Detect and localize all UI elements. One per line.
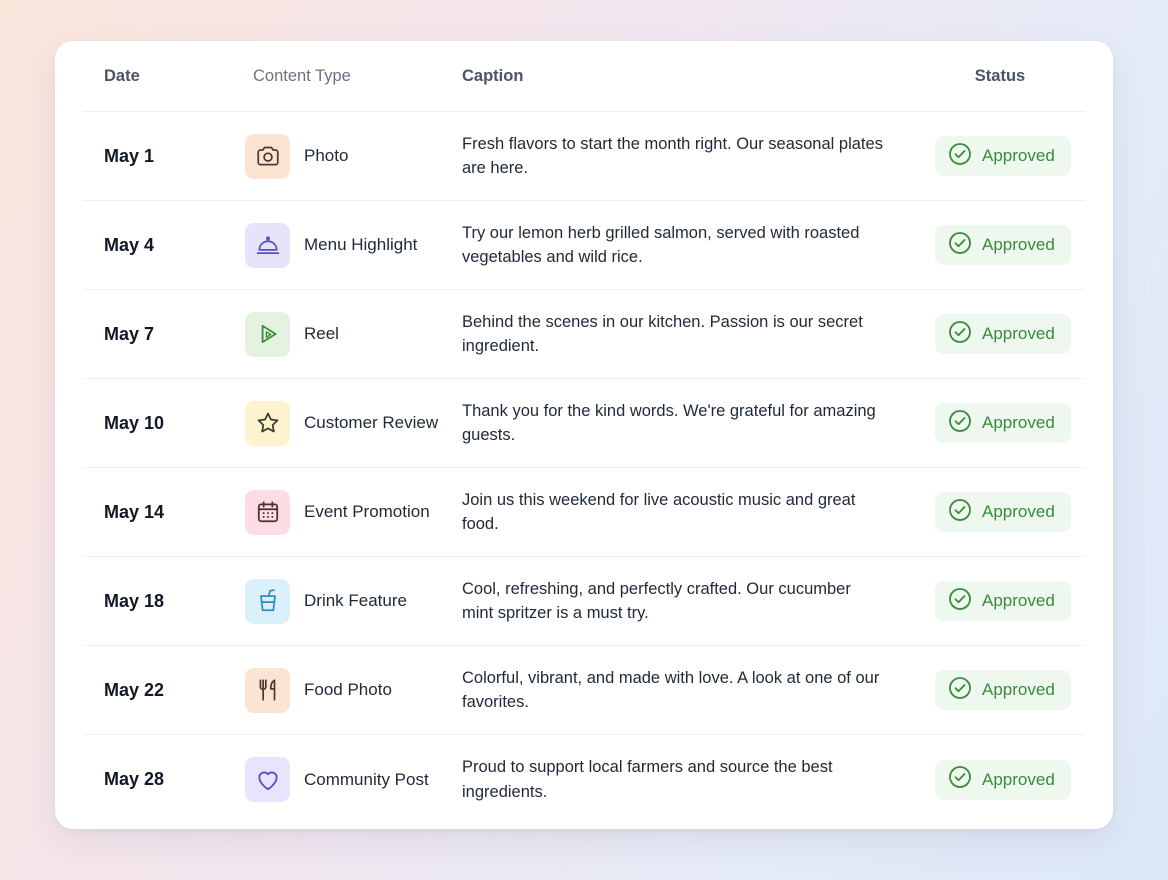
check-circle-icon — [948, 409, 982, 438]
status-cell: Approved — [915, 492, 1085, 532]
row-caption: Try our lemon herb grilled salmon, serve… — [462, 223, 860, 267]
status-label: Approved — [982, 769, 1055, 789]
content-type-label: Reel — [304, 324, 339, 343]
content-type-cell: Reel — [232, 311, 462, 357]
status-label: Approved — [982, 235, 1055, 254]
status-badge[interactable]: Approved — [935, 314, 1071, 354]
content-type-cell: Drink Feature — [232, 578, 462, 624]
row-caption: Cool, refreshing, and perfectly crafted.… — [462, 579, 851, 623]
check-circle-icon — [948, 320, 982, 349]
content-type-cell: Customer Review — [232, 400, 462, 446]
status-badge[interactable]: Approved — [935, 670, 1071, 710]
camera-icon — [245, 133, 290, 179]
calendar-icon — [245, 489, 290, 535]
row-caption: Thank you for the kind words. We're grat… — [462, 401, 876, 445]
check-circle-icon — [948, 498, 982, 527]
heart-icon — [245, 757, 290, 802]
status-cell: Approved — [915, 759, 1085, 800]
content-calendar-card: Date Content Type Caption Status May 1 P… — [55, 41, 1113, 829]
table-row[interactable]: May 18 Drink Feature Cool, refreshing, a… — [83, 557, 1085, 646]
content-type-cell: Community Post — [232, 757, 462, 802]
table-header: Date Content Type Caption Status — [83, 41, 1085, 112]
header-status[interactable]: Status — [915, 67, 1085, 86]
header-date[interactable]: Date — [83, 67, 232, 86]
status-label: Approved — [982, 591, 1055, 610]
content-type-cell: Event Promotion — [232, 489, 462, 535]
content-type-cell: Photo — [232, 133, 462, 179]
status-label: Approved — [982, 324, 1055, 343]
status-cell: Approved — [915, 403, 1085, 443]
row-date: May 10 — [104, 412, 165, 433]
check-circle-icon — [948, 676, 982, 705]
cup-icon — [245, 578, 290, 624]
row-caption: Join us this weekend for live acoustic m… — [462, 490, 856, 534]
status-badge[interactable]: Approved — [935, 403, 1071, 443]
row-date: May 14 — [104, 501, 165, 522]
status-label: Approved — [982, 413, 1055, 432]
play-icon — [245, 311, 290, 357]
status-label: Approved — [982, 502, 1055, 521]
check-circle-icon — [948, 142, 982, 171]
status-cell: Approved — [915, 314, 1085, 354]
status-cell: Approved — [915, 670, 1085, 710]
check-circle-icon — [948, 587, 982, 616]
status-label: Approved — [982, 146, 1055, 165]
header-caption[interactable]: Caption — [462, 67, 915, 86]
row-date: May 7 — [104, 323, 155, 344]
content-type-label: Menu Highlight — [304, 235, 418, 254]
row-date: May 4 — [104, 234, 155, 255]
row-caption: Behind the scenes in our kitchen. Passio… — [462, 312, 863, 356]
check-circle-icon — [948, 765, 982, 794]
table-row[interactable]: May 14 Event Promotion Join us this week… — [83, 468, 1085, 557]
status-badge[interactable]: Approved — [935, 136, 1071, 176]
star-icon — [245, 400, 290, 446]
cloche-icon — [245, 222, 290, 268]
status-badge[interactable]: Approved — [935, 492, 1071, 532]
row-caption: Colorful, vibrant, and made with love. A… — [462, 668, 880, 712]
table-row[interactable]: May 22 Food Photo Colorful, vibrant, and… — [83, 646, 1085, 735]
status-badge[interactable]: Approved — [935, 581, 1071, 621]
table-row[interactable]: May 1 Photo Fresh flavors to start the m… — [83, 112, 1085, 201]
row-caption: Fresh flavors to start the month right. … — [462, 134, 883, 178]
content-type-cell: Food Photo — [232, 667, 462, 713]
table-row[interactable]: May 10 Customer Review Thank you for the… — [83, 379, 1085, 468]
content-type-label: Drink Feature — [304, 591, 407, 610]
content-type-label: Community Post — [304, 769, 429, 789]
status-cell: Approved — [915, 225, 1085, 265]
table-row[interactable]: May 7 Reel Behind the scenes in our kitc… — [83, 290, 1085, 379]
content-type-label: Food Photo — [304, 680, 392, 699]
row-caption: Proud to support local farmers and sourc… — [462, 758, 833, 801]
row-date: May 1 — [104, 145, 155, 166]
status-cell: Approved — [915, 581, 1085, 621]
content-type-cell: Menu Highlight — [232, 222, 462, 268]
table-body: May 1 Photo Fresh flavors to start the m… — [83, 112, 1085, 824]
status-cell: Approved — [915, 136, 1085, 176]
content-type-label: Photo — [304, 146, 349, 165]
row-date: May 28 — [104, 769, 165, 789]
row-date: May 22 — [104, 679, 165, 700]
content-type-label: Customer Review — [304, 413, 439, 432]
row-date: May 18 — [104, 590, 165, 611]
content-type-label: Event Promotion — [304, 502, 430, 521]
status-badge[interactable]: Approved — [935, 225, 1071, 265]
table-row[interactable]: May 28 Community Post Proud to support l… — [83, 735, 1085, 824]
utensils-icon — [245, 667, 290, 713]
header-content-type[interactable]: Content Type — [232, 67, 462, 86]
check-circle-icon — [948, 231, 982, 260]
status-label: Approved — [982, 680, 1055, 699]
table-row[interactable]: May 4 Menu Highlight Try our lemon herb … — [83, 201, 1085, 290]
status-badge[interactable]: Approved — [935, 759, 1071, 800]
